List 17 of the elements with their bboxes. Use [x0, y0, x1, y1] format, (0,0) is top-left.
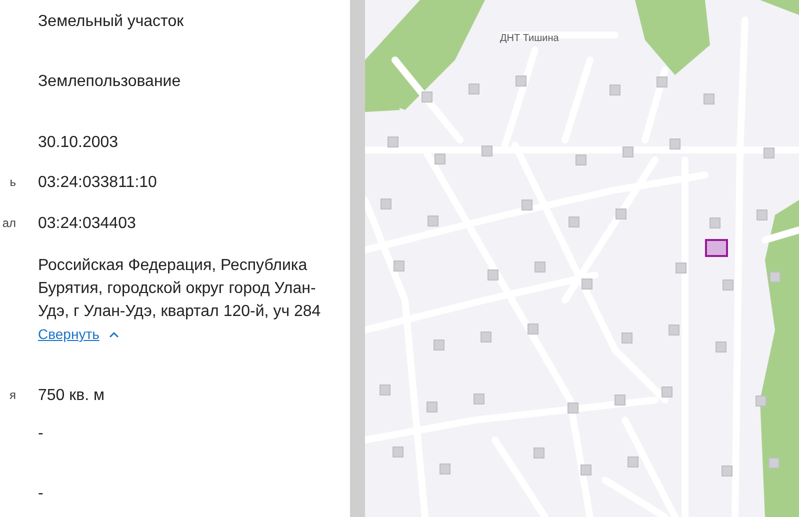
field-value: - — [38, 425, 44, 442]
collapse-link[interactable]: Свернуть — [38, 324, 100, 344]
field-value: Земельный участок — [38, 13, 184, 30]
place-label: ДНТ Тишина — [500, 33, 559, 44]
field-label: я — [10, 388, 16, 404]
scrollbar[interactable] — [350, 0, 365, 517]
field-value: 03:24:033811:10 — [38, 174, 157, 191]
field-label: ал — [2, 216, 16, 232]
field-value: - — [38, 485, 44, 502]
field-label: ь — [10, 175, 16, 191]
field-value: Российская Федерация, Республика Бурятия, городской округ город Улан-Удэ, г Улан-Удэ, квартал 120-й, уч 284 — [38, 256, 322, 322]
map[interactable]: ДНТ Тишина — [365, 0, 799, 517]
field-value: Землепользование — [38, 73, 181, 90]
parcel-highlight[interactable] — [705, 239, 728, 257]
field-value: 750 кв. м — [38, 387, 105, 404]
field-value: 30.10.2003 — [38, 134, 118, 151]
field-value: 03:24:034403 — [38, 215, 136, 232]
